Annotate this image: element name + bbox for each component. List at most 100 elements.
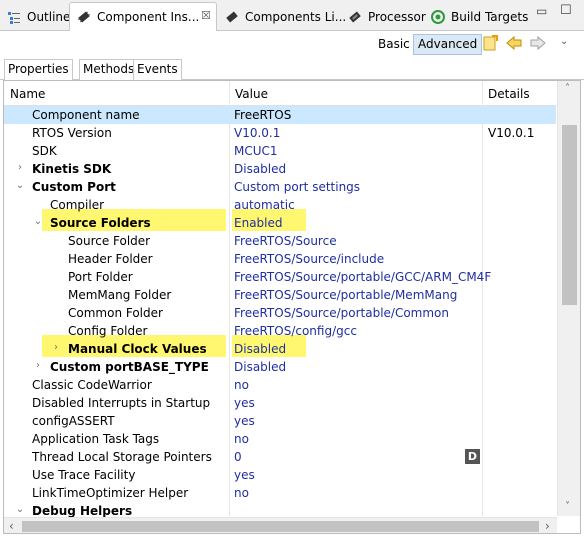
basic-mode-button[interactable]: Basic — [374, 34, 414, 55]
row-value[interactable]: yes — [234, 468, 255, 482]
row-name: Manual Clock Values — [68, 342, 207, 356]
view-menu-icon[interactable]: ⌄ — [560, 36, 568, 47]
table-row[interactable]: MemMang Folder FreeRTOS/Source/portable/… — [4, 286, 556, 304]
table-row[interactable]: Compiler automatic — [4, 196, 556, 214]
tab-build-targets-label: Build Targets — [451, 10, 529, 24]
table-row[interactable]: RTOS Version V10.0.1 V10.0.1 — [4, 124, 556, 142]
table-row[interactable]: Thread Local Storage Pointers 0 D — [4, 448, 556, 466]
table-row[interactable]: ⌄ Custom Port Custom port settings — [4, 178, 556, 196]
row-value[interactable]: FreeRTOS/Source/portable/Common — [234, 306, 449, 320]
row-value[interactable]: no — [234, 378, 249, 392]
row-name: Config Folder — [68, 324, 148, 338]
row-name: Common Folder — [68, 306, 163, 320]
forward-arrow-icon[interactable] — [530, 35, 546, 51]
vertical-scroll-thumb[interactable] — [562, 125, 577, 305]
chevron-down-icon[interactable]: ⌄ — [32, 216, 44, 228]
table-row[interactable]: LinkTimeOptimizer Helper no — [4, 484, 556, 502]
row-name: Source Folders — [50, 216, 151, 230]
row-value[interactable]: Enabled — [234, 216, 283, 230]
row-value[interactable]: FreeRTOS/Source/portable/GCC/ARM_CM4F — [234, 270, 491, 284]
table-header: Name Value Details — [4, 81, 556, 106]
row-details: V10.0.1 — [488, 126, 535, 140]
vertical-scrollbar[interactable]: ˄ ˅ — [557, 81, 580, 516]
tab-component-inspector[interactable]: Component Ins... ☒ — [69, 2, 217, 32]
chevron-right-icon[interactable]: › — [32, 360, 44, 372]
column-header-name[interactable]: Name — [10, 87, 45, 101]
table-row[interactable]: Source Folder FreeRTOS/Source — [4, 232, 556, 250]
row-name: Header Folder — [68, 252, 153, 266]
table-row[interactable]: Disabled Interrupts in Startup yes — [4, 394, 556, 412]
table-row[interactable]: › Kinetis SDK Disabled — [4, 160, 556, 178]
row-value[interactable]: Disabled — [234, 360, 286, 374]
row-value[interactable]: yes — [234, 396, 255, 410]
chevron-down-icon[interactable]: ⌄ — [14, 504, 26, 516]
row-name: RTOS Version — [32, 126, 112, 140]
scroll-right-icon[interactable]: › — [545, 519, 550, 533]
table-row[interactable]: ⌄ Source Folders Enabled — [4, 214, 556, 232]
component-inspector-icon — [76, 9, 92, 25]
table-row[interactable]: Header Folder FreeRTOS/Source/include — [4, 250, 556, 268]
row-name: Custom Port — [32, 180, 116, 194]
table-row[interactable]: Common Folder FreeRTOS/Source/portable/C… — [4, 304, 556, 322]
tab-build-targets[interactable]: Build Targets — [424, 3, 528, 31]
horizontal-scroll-thumb[interactable] — [22, 521, 539, 532]
table-row[interactable]: Application Task Tags no — [4, 430, 556, 448]
processor-icon — [347, 9, 363, 25]
horizontal-scrollbar[interactable]: ‹ › — [4, 517, 557, 533]
close-icon[interactable]: ☒ — [201, 9, 211, 22]
row-value[interactable]: no — [234, 432, 249, 446]
minimize-icon[interactable]: ▭ — [536, 4, 547, 18]
row-value[interactable]: FreeRTOS/Source — [234, 234, 337, 248]
table-row[interactable]: › Custom portBASE_TYPE Disabled — [4, 358, 556, 376]
row-value[interactable]: FreeRTOS/Source/portable/MemMang — [234, 288, 457, 302]
table-row[interactable]: › Manual Clock Values Disabled — [4, 340, 556, 358]
table-row[interactable]: SDK MCUC1 — [4, 142, 556, 160]
table-row[interactable]: Classic CodeWarrior no — [4, 376, 556, 394]
tab-component-inspector-label: Component Ins... — [97, 10, 200, 24]
back-arrow-icon[interactable] — [506, 35, 522, 51]
row-value[interactable]: Disabled — [234, 342, 286, 356]
row-value[interactable]: Disabled — [234, 162, 286, 176]
tab-outline-label: Outline — [27, 10, 71, 24]
scroll-left-icon[interactable]: ‹ — [9, 519, 14, 533]
advanced-mode-button[interactable]: Advanced — [413, 34, 483, 55]
tab-outline[interactable]: Outline — [0, 3, 70, 31]
tab-properties[interactable]: Properties — [4, 59, 73, 81]
row-value[interactable]: yes — [234, 414, 255, 428]
row-value[interactable]: automatic — [234, 198, 295, 212]
chevron-right-icon[interactable]: › — [50, 342, 62, 354]
tab-components-library[interactable]: Components Li... — [218, 3, 346, 31]
table-row[interactable]: Use Trace Facility yes — [4, 466, 556, 484]
table-row[interactable]: Component name FreeRTOS — [4, 106, 556, 124]
new-file-icon[interactable] — [482, 35, 498, 51]
row-name: Custom portBASE_TYPE — [50, 360, 209, 374]
row-name: Kinetis SDK — [32, 162, 112, 176]
row-value[interactable]: Custom port settings — [234, 180, 360, 194]
row-value[interactable]: MCUC1 — [234, 144, 278, 158]
row-value[interactable]: 0 — [234, 450, 242, 464]
scroll-up-icon[interactable]: ˄ — [565, 83, 570, 94]
maximize-icon[interactable]: ☐ — [560, 3, 572, 18]
column-header-value[interactable]: Value — [235, 87, 268, 101]
tab-methods[interactable]: Methods — [79, 59, 139, 80]
row-value[interactable]: FreeRTOS/Source/include — [234, 252, 384, 266]
row-value[interactable]: FreeRTOS — [234, 108, 291, 122]
table-row[interactable]: Port Folder FreeRTOS/Source/portable/GCC… — [4, 268, 556, 286]
column-header-details[interactable]: Details — [488, 87, 530, 101]
chevron-right-icon[interactable]: › — [14, 162, 26, 174]
row-value[interactable]: no — [234, 486, 249, 500]
default-value-button[interactable]: D — [465, 449, 480, 464]
row-name: Debug Helpers — [32, 504, 133, 518]
scroll-down-icon[interactable]: ˅ — [565, 501, 570, 512]
row-name: Disabled Interrupts in Startup — [32, 396, 211, 410]
row-name: Port Folder — [68, 270, 133, 284]
properties-table: Name Value Details Component name FreeRT… — [3, 80, 581, 534]
row-value[interactable]: V10.0.1 — [234, 126, 280, 140]
tab-processor[interactable]: Processor — [341, 3, 426, 31]
row-value[interactable]: FreeRTOS/config/gcc — [234, 324, 357, 338]
inspector-toolbar: Basic Advanced ⌄ — [0, 31, 584, 57]
table-row[interactable]: Config Folder FreeRTOS/config/gcc — [4, 322, 556, 340]
chevron-down-icon[interactable]: ⌄ — [14, 180, 26, 192]
table-row[interactable]: configASSERT yes — [4, 412, 556, 430]
tab-events[interactable]: Events — [133, 59, 182, 80]
